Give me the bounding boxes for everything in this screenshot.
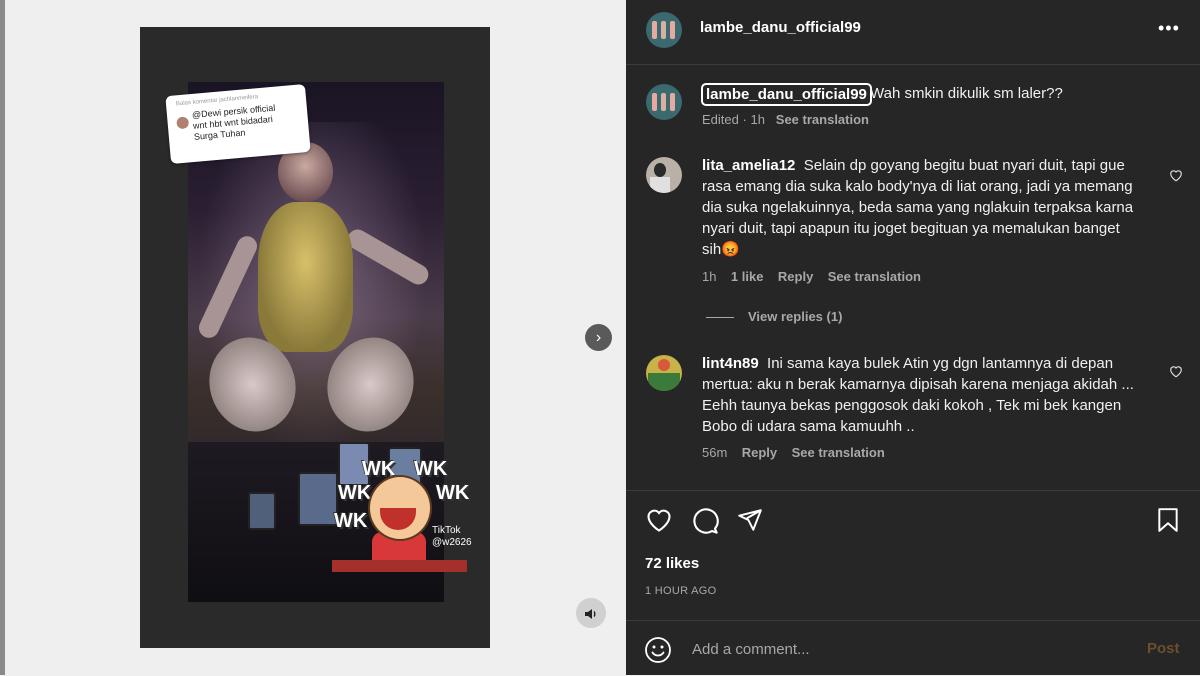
view-replies-label: View replies (1) xyxy=(748,309,843,324)
avatar-hair xyxy=(654,163,666,177)
heart-icon[interactable] xyxy=(1169,365,1183,378)
share-icon[interactable] xyxy=(736,507,764,533)
sticker-text: WK xyxy=(436,482,470,504)
post-header: lambe_danu_official99 ••• xyxy=(626,0,1200,65)
comment-body: lint4n89 Ini sama kaya bulek Atin yg dgn… xyxy=(702,353,1142,437)
post-details-panel: lambe_danu_official99 ••• lambe_danu_off… xyxy=(626,0,1200,675)
bookmark-icon[interactable] xyxy=(1156,507,1180,533)
laughing-sticker: WK WK WK WK WK xyxy=(332,458,470,575)
caption-meta: Edited · 1h See translation xyxy=(702,112,869,127)
view-replies-button[interactable]: View replies (1) xyxy=(706,309,842,324)
dancer-dress xyxy=(258,202,353,352)
header-username[interactable]: lambe_danu_official99 xyxy=(700,19,861,36)
comment-meta: 1h 1 like Reply See translation xyxy=(702,269,921,284)
more-horizontal-icon[interactable]: ••• xyxy=(1158,18,1180,39)
comment-input[interactable] xyxy=(690,635,1114,663)
reply-button[interactable]: Reply xyxy=(742,445,777,460)
emoji-icon[interactable] xyxy=(644,636,672,664)
avatar-figure xyxy=(652,93,657,111)
avatar-shirt xyxy=(650,177,670,193)
meta-separator: · xyxy=(742,112,747,127)
reply-card-avatar xyxy=(176,116,190,130)
avatar-figure xyxy=(670,93,675,111)
mute-button[interactable] xyxy=(576,598,606,628)
sticker-text: WK xyxy=(338,482,372,504)
likes-count[interactable]: 72 likes xyxy=(645,555,699,572)
add-comment-bar: Post xyxy=(626,620,1200,676)
caption-text: Wah smkin dikulik sm laler?? xyxy=(870,85,1063,102)
next-media-button[interactable]: › xyxy=(585,324,612,351)
comment-time: 56m xyxy=(702,445,728,460)
media-panel: Balas komentar jachlanmeifera @Dewi pers… xyxy=(0,0,626,675)
caption-time: 1h xyxy=(750,112,765,127)
avatar[interactable] xyxy=(646,84,682,120)
comment-username[interactable]: lita_amelia12 xyxy=(702,157,795,174)
edited-label: Edited xyxy=(702,112,739,127)
see-translation-link[interactable]: See translation xyxy=(776,112,869,127)
caption-username[interactable]: lambe_danu_official99 xyxy=(701,83,872,106)
post-actions: 72 likes 1 HOUR AGO xyxy=(626,490,1200,621)
window-edge xyxy=(0,0,5,675)
comment-username[interactable]: lint4n89 xyxy=(702,355,759,372)
replies-divider xyxy=(706,317,734,319)
avatar[interactable] xyxy=(646,12,682,48)
comment-text: Ini sama kaya bulek Atin yg dgn lantamny… xyxy=(702,355,1134,435)
avatar-figure xyxy=(670,21,675,39)
avatar[interactable] xyxy=(646,355,682,391)
sticker-text: WK xyxy=(414,458,448,480)
tiktok-brand: TikTok xyxy=(432,525,461,536)
avatar[interactable] xyxy=(646,157,682,193)
post-button[interactable]: Post xyxy=(1147,640,1180,657)
reply-button[interactable]: Reply xyxy=(778,269,813,284)
comment-body: lita_amelia12 Selain dp goyang begitu bu… xyxy=(702,155,1142,260)
crowd-phone xyxy=(248,492,276,530)
speaker-icon xyxy=(585,608,596,619)
avatar-figure xyxy=(661,93,666,111)
see-translation-link[interactable]: See translation xyxy=(792,445,885,460)
tiktok-watermark: TikTok @w2626 xyxy=(432,525,472,549)
sticker-table xyxy=(332,560,467,572)
see-translation-link[interactable]: See translation xyxy=(828,269,921,284)
reply-comment-card: Balas komentar jachlanmeifera @Dewi pers… xyxy=(165,84,311,164)
post-timestamp: 1 HOUR AGO xyxy=(645,585,717,597)
reply-card-text: @Dewi persik official wnt hbt wnt bidada… xyxy=(191,102,276,142)
avatar-pattern xyxy=(658,359,670,371)
tiktok-handle: @w2626 xyxy=(432,537,472,548)
heart-icon[interactable] xyxy=(645,507,673,533)
comment-icon[interactable] xyxy=(691,507,719,535)
comment-likes[interactable]: 1 like xyxy=(731,269,764,284)
chevron-right-icon: › xyxy=(595,329,602,346)
avatar-pattern xyxy=(648,373,680,391)
heart-icon[interactable] xyxy=(1169,169,1183,182)
comment-time: 1h xyxy=(702,269,717,284)
sticker-text: WK xyxy=(334,510,368,532)
avatar-figure xyxy=(652,21,657,39)
avatar-figure xyxy=(661,21,666,39)
comment-meta: 56m Reply See translation xyxy=(702,445,885,460)
crowd-phone xyxy=(298,472,338,526)
